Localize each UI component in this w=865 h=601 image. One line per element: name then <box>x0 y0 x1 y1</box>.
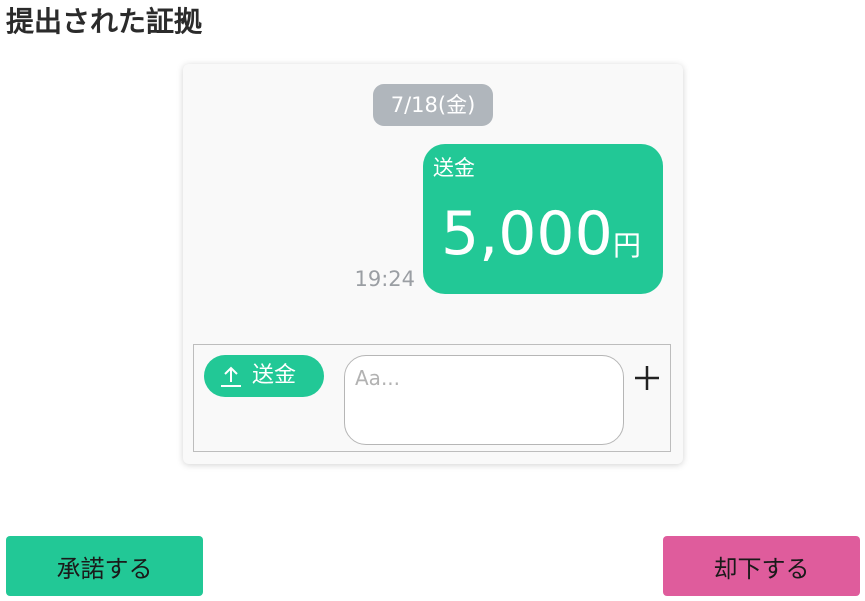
reject-button[interactable]: 却下する <box>663 536 860 596</box>
message-input[interactable] <box>344 355 624 445</box>
page-title: 提出された証拠 <box>6 5 203 38</box>
date-chip: 7/18(金) <box>373 84 493 126</box>
upload-arrow-icon <box>220 364 242 388</box>
approve-button[interactable]: 承諾する <box>6 536 203 596</box>
plus-icon[interactable] <box>630 361 664 395</box>
chat-preview-card: 7/18(金) 19:24 送金 5,000 円 送金 <box>183 64 683 464</box>
money-transfer-bubble: 送金 5,000 円 <box>423 144 663 294</box>
transfer-type-label: 送金 <box>433 156 475 180</box>
transfer-amount: 5,000 <box>441 199 613 269</box>
evidence-page: 提出された証拠 7/18(金) 19:24 送金 5,000 円 送金 Aa..… <box>0 0 865 601</box>
message-composer: 送金 <box>193 344 671 452</box>
message-timestamp: 19:24 <box>354 267 415 291</box>
send-money-button[interactable]: 送金 <box>204 355 324 397</box>
currency-unit: 円 <box>613 229 642 262</box>
send-money-label: 送金 <box>252 363 297 388</box>
